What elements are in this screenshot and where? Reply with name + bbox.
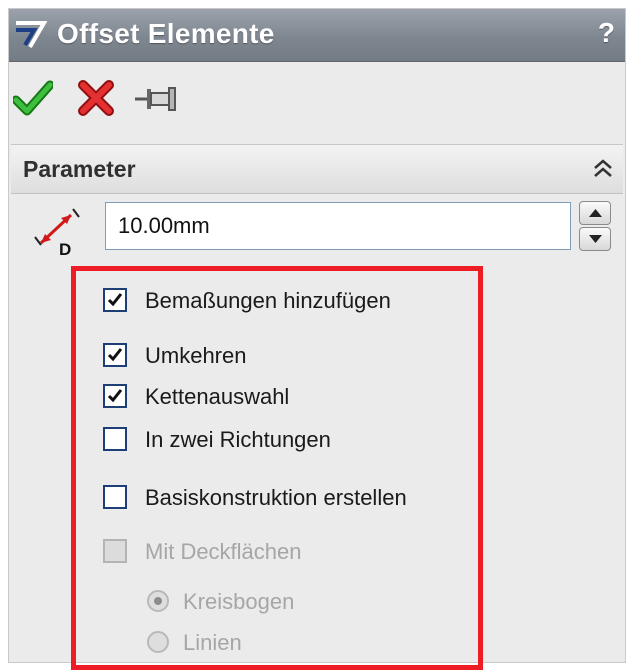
bidirectional-checkbox[interactable] xyxy=(103,427,127,451)
arc-radio-button xyxy=(147,590,169,612)
spin-up-arrow-icon xyxy=(589,209,602,217)
option-add-dimensions[interactable]: Bemaßungen hinzufügen xyxy=(103,286,463,316)
distance-icon-letter: D xyxy=(59,240,71,259)
cap-ends-checkbox xyxy=(103,539,127,563)
spin-down-button[interactable] xyxy=(579,227,611,251)
lines-radio-button xyxy=(147,631,169,653)
checkmark-icon xyxy=(107,293,123,307)
property-manager-panel: Offset Elemente ? Parameter D 10.00mm Be… xyxy=(8,8,626,670)
base-construction-checkbox[interactable] xyxy=(103,485,127,509)
checkmark-icon xyxy=(107,389,123,403)
add-dimensions-checkbox[interactable] xyxy=(103,288,127,312)
parameter-group-header[interactable]: Parameter xyxy=(11,145,623,194)
reverse-label: Umkehren xyxy=(145,343,247,368)
double-chevron-up-icon[interactable] xyxy=(591,157,615,181)
lines-radio-label: Linien xyxy=(183,630,242,655)
help-question-mark-icon[interactable]: ? xyxy=(598,17,615,49)
cancel-x-button[interactable] xyxy=(77,79,115,117)
chain-selection-label: Kettenauswahl xyxy=(145,384,290,409)
arc-radio-label: Kreisbogen xyxy=(183,589,295,614)
spin-down-arrow-icon xyxy=(589,235,602,243)
push-pin-button[interactable] xyxy=(133,83,181,115)
reverse-checkbox[interactable] xyxy=(103,343,127,367)
chain-selection-checkbox[interactable] xyxy=(103,384,127,408)
option-reverse[interactable]: Umkehren xyxy=(103,341,463,371)
radio-option-arc: Kreisbogen xyxy=(147,587,447,617)
ok-checkmark-button[interactable] xyxy=(13,80,53,116)
radio-option-lines: Linien xyxy=(147,628,447,658)
solidworks-ds-logo-icon xyxy=(16,21,48,49)
dialog-title: Offset Elemente xyxy=(57,18,275,49)
title-bar: Offset Elemente ? xyxy=(9,9,625,62)
option-bidirectional[interactable]: In zwei Richtungen xyxy=(103,425,463,455)
offset-distance-icon: D xyxy=(34,208,80,259)
bidirectional-label: In zwei Richtungen xyxy=(145,427,331,452)
radio-selected-dot xyxy=(154,597,162,605)
cap-ends-label: Mit Deckflächen xyxy=(145,539,302,564)
distance-input[interactable] xyxy=(105,202,571,250)
spin-up-button[interactable] xyxy=(579,201,611,225)
parameter-group: Parameter D Bemaßungen hinzufüg xyxy=(11,144,623,670)
add-dimensions-label: Bemaßungen hinzufügen xyxy=(145,288,391,313)
base-construction-label: Basiskonstruktion erstellen xyxy=(145,485,407,510)
option-chain-selection[interactable]: Kettenauswahl xyxy=(103,382,463,412)
option-base-construction[interactable]: Basiskonstruktion erstellen xyxy=(103,483,463,513)
option-cap-ends: Mit Deckflächen xyxy=(103,537,463,567)
checkmark-icon xyxy=(107,348,123,362)
action-button-row xyxy=(9,62,625,142)
parameter-group-title: Parameter xyxy=(23,156,136,182)
